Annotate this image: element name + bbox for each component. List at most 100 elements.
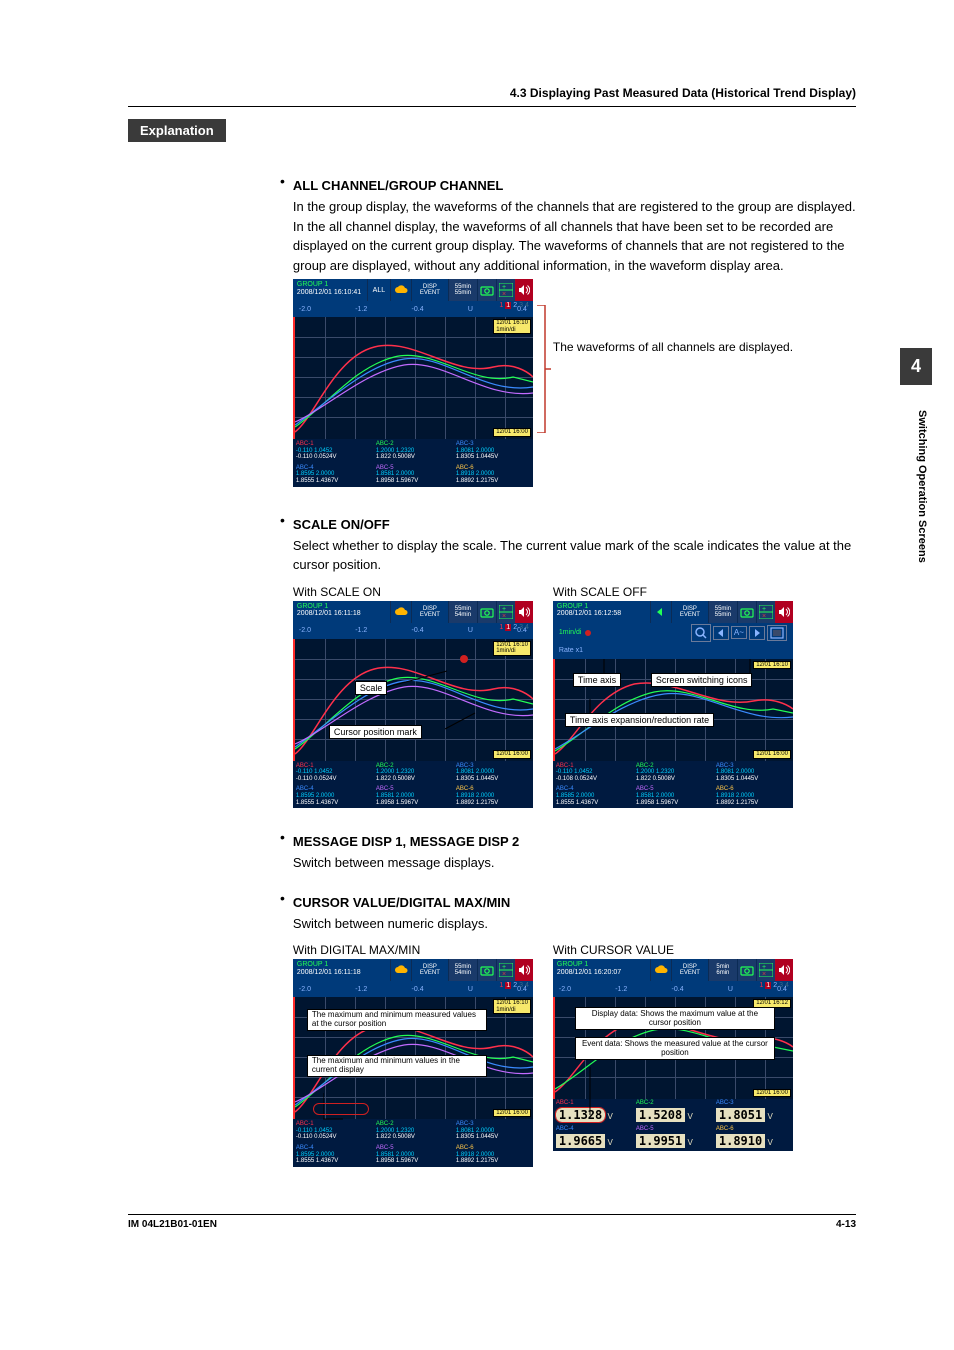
axis-row: -2.0-1.2-0.4U0.411234 [553,981,793,997]
plus-minus-icon[interactable]: +× [496,279,515,301]
status-icon [390,601,411,623]
svg-text:×: × [502,291,506,297]
zoom-out-icon[interactable] [691,624,711,642]
bullet-icon: • [280,889,285,909]
svg-text:+: + [502,964,506,971]
time-label: 12/01 16:00 [493,1109,531,1118]
duration-label: 55min54min [448,601,477,623]
group-datetime: GROUP 12008/12/01 16:11:18 [293,959,390,981]
svg-text:×: × [762,613,766,619]
running-header: 4.3 Displaying Past Measured Data (Histo… [128,86,856,100]
status-icon [650,959,671,981]
nav-icon[interactable]: A~ [731,626,747,639]
svg-text:×: × [762,971,766,977]
caption-cursor-value: With CURSOR VALUE [553,943,793,957]
disp-event-label: DISPEVENT [671,959,708,981]
plus-minus-icon[interactable]: +× [756,601,775,623]
group-datetime: GROUP 12008/12/01 16:12:58 [553,601,650,623]
explanation-badge: Explanation [128,119,226,142]
rate-row: Rate x1 [553,643,793,659]
section-title-cursor: CURSOR VALUE/DIGITAL MAX/MIN [293,895,856,910]
speaker-icon[interactable] [515,601,533,623]
status-icon [650,601,671,623]
chapter-side-text: Switching Operation Screens [916,410,928,563]
time-label: 12/01 16:00 [753,1089,791,1098]
caption-digital-max: With DIGITAL MAX/MIN [293,943,533,957]
group-datetime: GROUP 12008/12/01 16:20:07 [553,959,650,981]
camera-icon[interactable] [737,959,756,981]
disp-event-label: DISPEVENT [411,959,448,981]
group-datetime: GROUP 12008/12/01 16:10:41 [293,279,367,301]
figure-digital-max: GROUP 12008/12/01 16:11:18 DISPEVENT 55m… [293,959,533,1167]
section-body-cursor: Switch between numeric displays. [293,914,856,934]
svg-text:+: + [502,284,506,291]
callout-scale: Scale [355,681,388,695]
svg-text:×: × [502,613,506,619]
plus-minus-icon[interactable]: +× [496,601,515,623]
disp-event-label: DISPEVENT [411,601,448,623]
all-label: ALL [367,279,390,301]
section-body-scale: Select whether to display the scale. The… [293,536,856,575]
footer-rule [128,1214,856,1215]
figure-cursor-value: GROUP 12008/12/01 16:20:07 DISPEVENT 5mi… [553,959,793,1151]
plus-minus-icon[interactable]: +× [756,959,775,981]
section-body-message: Switch between message displays. [293,853,856,873]
arrow-left-icon[interactable] [713,626,729,640]
channel-footer: ABC-1-0.110 1.0452-0.110 0.0524VABC-21.2… [293,439,533,487]
channel-footer: ABC-1-0.110 1.0452-0.110 0.0524VABC-21.2… [293,1119,533,1167]
svg-text:+: + [502,606,506,613]
plus-minus-icon[interactable]: +× [496,959,515,981]
callout-display-data: Display data: Shows the maximum value at… [575,1007,775,1029]
speaker-icon[interactable] [775,601,793,623]
plot-area: 12/01 16:101min/di 12/01 16:00 [293,317,533,439]
bullet-icon: • [280,511,285,531]
duration-label: 55min54min [448,959,477,981]
arrow-right-icon[interactable] [749,626,765,640]
time-label: 12/01 16:101min/di [493,999,531,1014]
callout-screen-switch: Screen switching icons [651,673,753,687]
camera-icon[interactable] [477,601,496,623]
group-datetime: GROUP 12008/12/01 16:11:18 [293,601,390,623]
div-label: 1min/di [559,629,582,636]
highlight-ellipse-icon [313,1103,369,1115]
channel-footer: ABC-1-0.110 1.0452-0.108 0.0524VABC-21.2… [553,761,793,809]
channel-footer: ABC-1-0.110 1.0452-0.110 0.0524VABC-21.2… [293,761,533,809]
section-title-message: MESSAGE DISP 1, MESSAGE DISP 2 [293,834,856,849]
svg-text:+: + [762,964,766,971]
camera-icon[interactable] [737,601,756,623]
figure-scale-off: GROUP 12008/12/01 16:12:58 DISPEVENT 55m… [553,601,793,809]
callout-maxmin-display: The maximum and minimum values in the cu… [307,1055,487,1077]
camera-icon[interactable] [477,279,496,301]
figure-all-channel: GROUP 12008/12/01 16:10:41 ALL DISPEVENT… [293,279,533,487]
cursor-mark-icon [460,655,468,663]
camera-icon[interactable] [477,959,496,981]
callout-cursor-mark: Cursor position mark [329,725,422,739]
plot-area: 12/01 16:101min/di 12/01 16:00 Scale Cur… [293,639,533,761]
header-rule [128,106,856,107]
caption-scale-off: With SCALE OFF [553,585,793,599]
callout-time-axis: Time axis [573,673,621,687]
status-icon [390,279,411,301]
caption-scale-on: With SCALE ON [293,585,533,599]
duration-label: 55min55min [708,601,737,623]
disp-event-label: DISPEVENT [411,279,448,301]
section-title-scale: SCALE ON/OFF [293,517,856,532]
speaker-icon[interactable] [515,279,533,301]
figure-scale-on: GROUP 12008/12/01 16:11:18 DISPEVENT 55m… [293,601,533,809]
duration-label: 55min55min [448,279,477,301]
screen-switch-icon[interactable] [767,625,787,641]
svg-text:×: × [502,971,506,977]
rec-dot-icon [585,630,591,636]
axis-row: -2.0-1.2-0.4U0.411234 [293,301,533,317]
plot-area: 12/01 16:101min/di 12/01 16:00 The maxim… [293,997,533,1119]
duration-label: 5min6min [708,959,737,981]
callout-line [585,1067,595,1115]
axis-row: -2.0-1.2-0.4U0.411234 [293,623,533,639]
footer-page-number: 4-13 [836,1219,856,1230]
time-label: 12/01 16:10 [753,661,791,670]
callout-all-channels: The waveforms of all channels are displa… [553,339,793,356]
section-body-all-group: In the group display, the waveforms of t… [293,197,856,275]
speaker-icon[interactable] [515,959,533,981]
speaker-icon[interactable] [775,959,793,981]
svg-text:+: + [762,606,766,613]
